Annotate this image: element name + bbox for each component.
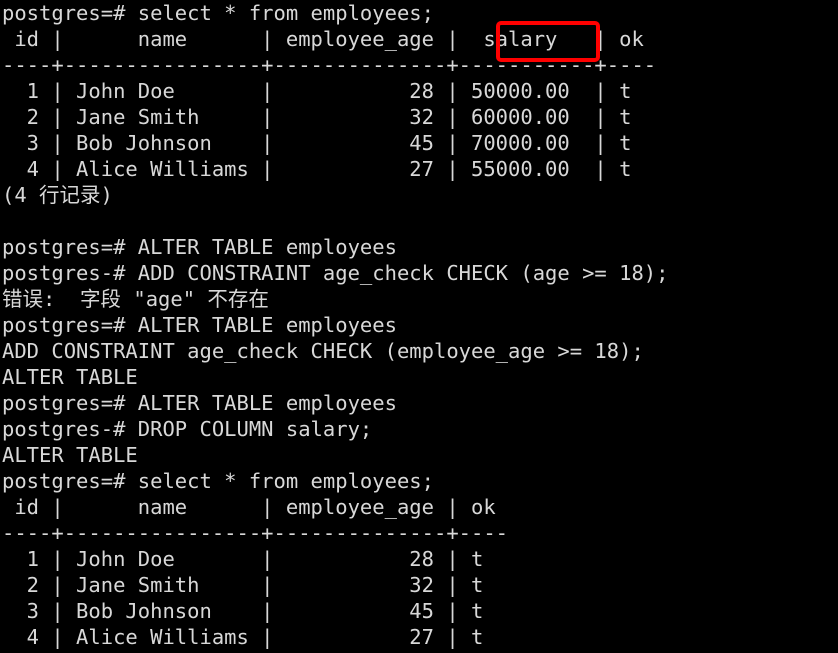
terminal-line-command-add-constraint-ok: ADD CONSTRAINT age_check CHECK (employee… xyxy=(2,339,644,363)
terminal-line-table-row: 2 | Jane Smith | 32 | t xyxy=(2,573,484,597)
terminal-line-table-row: 2 | Jane Smith | 32 | 60000.00 | t xyxy=(2,105,632,129)
terminal-line-command-add-constraint-failed: postgres-# ADD CONSTRAINT age_check CHEC… xyxy=(2,261,669,285)
terminal-line-table-separator-2: ----+----------------+--------------+---… xyxy=(2,521,509,545)
terminal-line-command-select-2: postgres=# select * from employees; xyxy=(2,469,434,493)
terminal-line-table-row: 1 | John Doe | 28 | 50000.00 | t xyxy=(2,79,632,103)
terminal-line-command-alter-3: postgres=# ALTER TABLE employees xyxy=(2,391,397,415)
terminal-line-result-alter-table-1: ALTER TABLE xyxy=(2,365,138,389)
terminal-line-command-alter-1: postgres=# ALTER TABLE employees xyxy=(2,235,397,259)
terminal-line-table-header-1: id | name | employee_age | salary | ok xyxy=(2,27,644,51)
terminal-line-command-drop-column: postgres-# DROP COLUMN salary; xyxy=(2,417,373,441)
terminal-line-error-message: 错误: 字段 "age" 不存在 xyxy=(2,287,269,311)
terminal-line-table-row: 1 | John Doe | 28 | t xyxy=(2,547,484,571)
terminal-line-table-header-2: id | name | employee_age | ok xyxy=(2,495,496,519)
terminal-line-row-count-1: (4 行记录) xyxy=(2,183,113,207)
terminal-line-command-select-1: postgres=# select * from employees; xyxy=(2,1,434,25)
terminal-window[interactable]: postgres=# select * from employees; id |… xyxy=(0,0,838,653)
terminal-line-table-row: 4 | Alice Williams | 27 | 55000.00 | t xyxy=(2,157,632,181)
terminal-line-table-separator-1: ----+----------------+--------------+---… xyxy=(2,53,657,77)
terminal-line-command-alter-2: postgres=# ALTER TABLE employees xyxy=(2,313,397,337)
terminal-line-table-row: 3 | Bob Johnson | 45 | t xyxy=(2,599,484,623)
terminal-line-table-row: 4 | Alice Williams | 27 | t xyxy=(2,625,484,649)
terminal-line-table-row: 3 | Bob Johnson | 45 | 70000.00 | t xyxy=(2,131,632,155)
terminal-line-result-alter-table-2: ALTER TABLE xyxy=(2,443,138,467)
